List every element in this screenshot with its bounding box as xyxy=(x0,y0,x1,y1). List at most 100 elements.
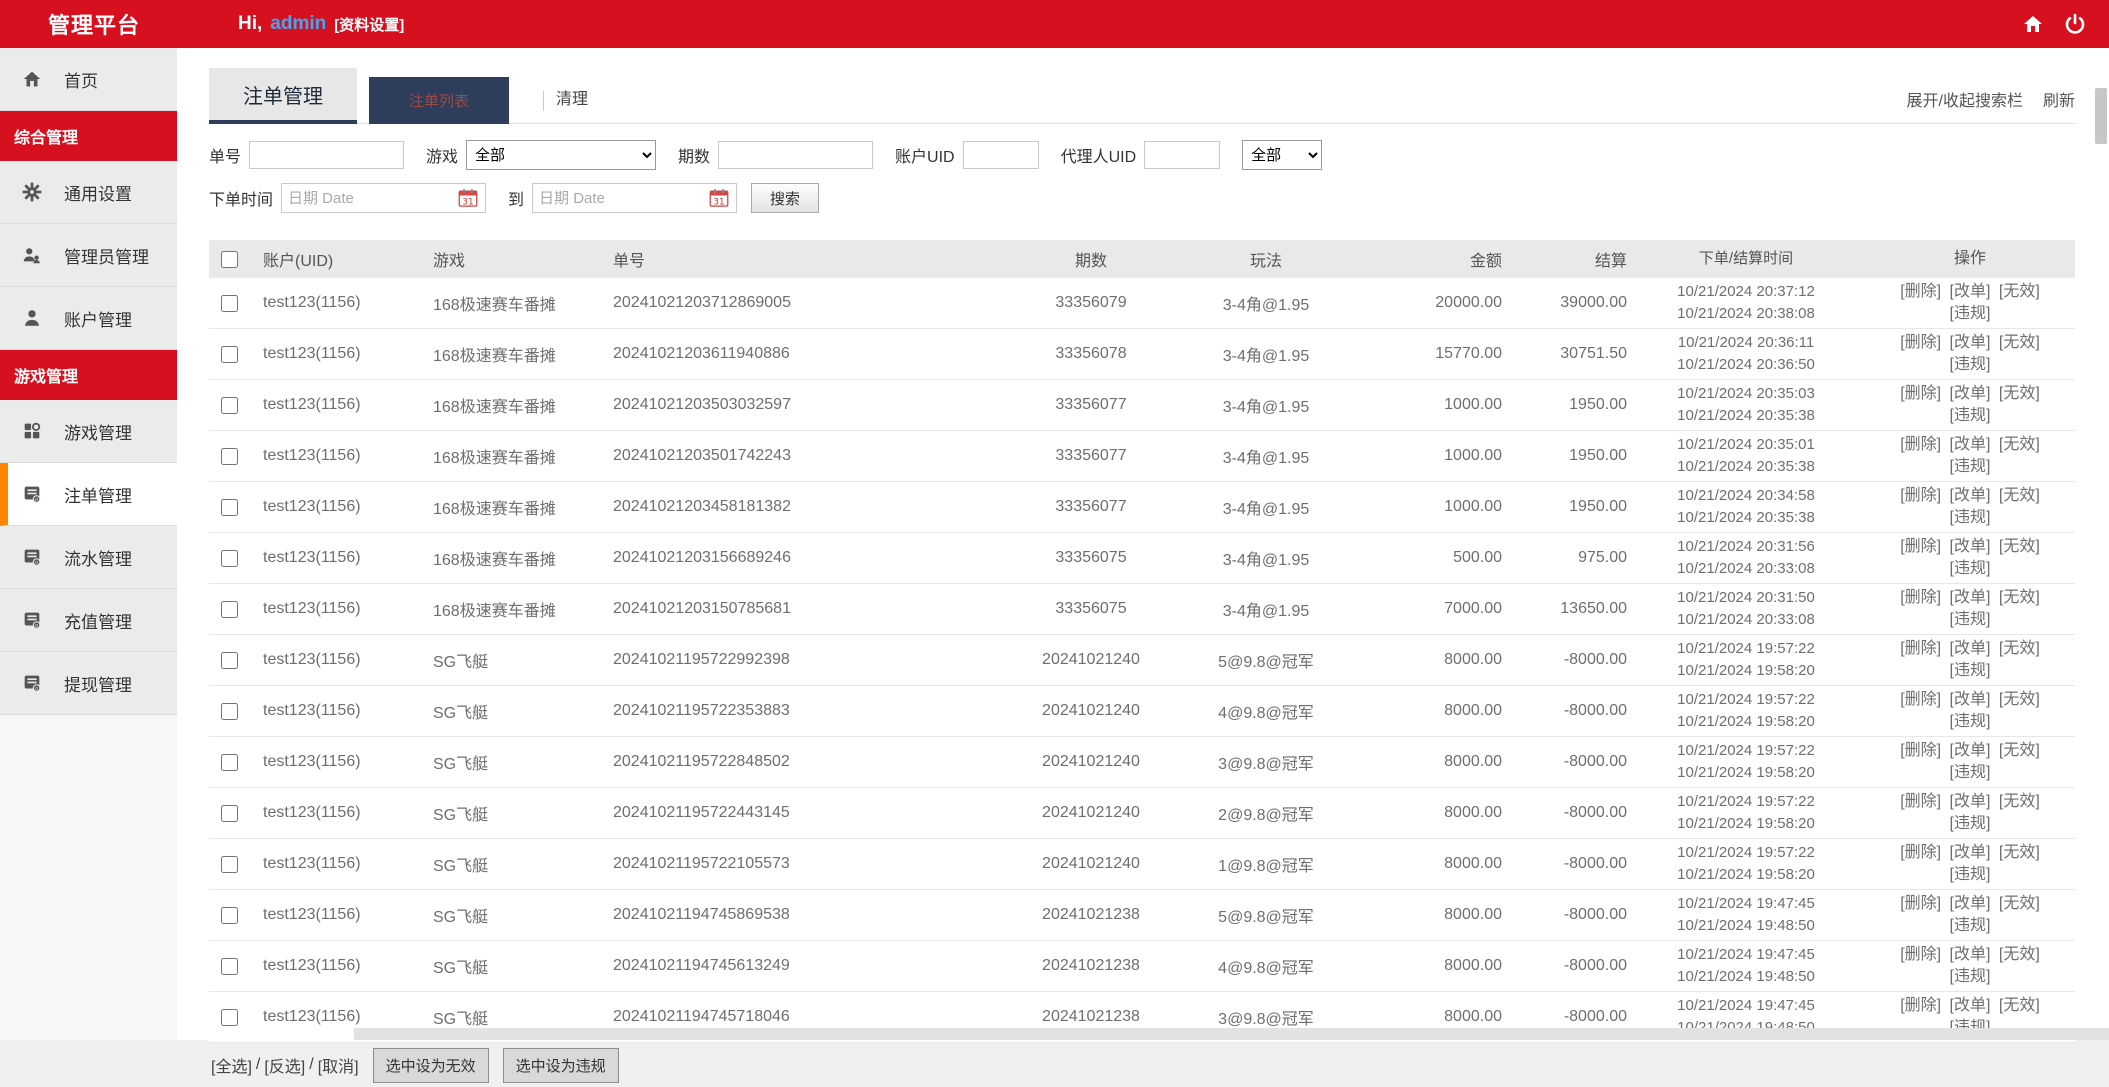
sidebar-item-game-management[interactable]: 游戏管理 xyxy=(0,400,177,463)
action-violation-link[interactable]: [违规] xyxy=(1950,407,1991,424)
action-delete-link[interactable]: [删除] xyxy=(1900,334,1941,351)
date-to-input[interactable] xyxy=(539,190,708,207)
action-delete-link[interactable]: [删除] xyxy=(1900,436,1941,453)
row-checkbox[interactable] xyxy=(221,805,238,822)
row-checkbox[interactable] xyxy=(221,295,238,312)
calendar-icon[interactable]: 31 xyxy=(457,187,479,209)
action-invalid-link[interactable]: [无效] xyxy=(1999,385,2040,402)
action-delete-link[interactable]: [删除] xyxy=(1900,997,1941,1014)
row-checkbox[interactable] xyxy=(221,856,238,873)
row-checkbox[interactable] xyxy=(221,703,238,720)
order-no-input[interactable] xyxy=(249,141,404,169)
action-invalid-link[interactable]: [无效] xyxy=(1999,283,2040,300)
sidebar-item-admin-management[interactable]: 管理员管理 xyxy=(0,224,177,287)
tab-order-management[interactable]: 注单管理 xyxy=(209,68,357,124)
action-modify-link[interactable]: [改单] xyxy=(1950,742,1991,759)
action-modify-link[interactable]: [改单] xyxy=(1950,334,1991,351)
calendar-icon[interactable]: 31 xyxy=(708,187,730,209)
set-invalid-button[interactable]: 选中设为无效 xyxy=(373,1048,489,1083)
sidebar-item-withdraw-management[interactable]: o 提现管理 xyxy=(0,652,177,715)
agent-uid-input[interactable] xyxy=(1144,141,1220,169)
action-modify-link[interactable]: [改单] xyxy=(1950,385,1991,402)
row-checkbox[interactable] xyxy=(221,499,238,516)
action-violation-link[interactable]: [违规] xyxy=(1950,815,1991,832)
action-invalid-link[interactable]: [无效] xyxy=(1999,691,2040,708)
action-delete-link[interactable]: [删除] xyxy=(1900,640,1941,657)
action-modify-link[interactable]: [改单] xyxy=(1950,487,1991,504)
action-delete-link[interactable]: [删除] xyxy=(1900,385,1941,402)
tab-cleanup[interactable]: 清理 xyxy=(544,85,588,123)
game-select[interactable]: 全部 xyxy=(466,140,656,170)
action-modify-link[interactable]: [改单] xyxy=(1950,538,1991,555)
action-modify-link[interactable]: [改单] xyxy=(1950,895,1991,912)
row-checkbox[interactable] xyxy=(221,397,238,414)
action-delete-link[interactable]: [删除] xyxy=(1900,895,1941,912)
action-modify-link[interactable]: [改单] xyxy=(1950,691,1991,708)
row-checkbox[interactable] xyxy=(221,652,238,669)
cancel-selection-link[interactable]: [取消] xyxy=(318,1053,359,1077)
action-delete-link[interactable]: [删除] xyxy=(1900,589,1941,606)
action-violation-link[interactable]: [违规] xyxy=(1950,713,1991,730)
action-delete-link[interactable]: [删除] xyxy=(1900,793,1941,810)
action-violation-link[interactable]: [违规] xyxy=(1950,356,1991,373)
action-invalid-link[interactable]: [无效] xyxy=(1999,997,2040,1014)
sidebar-item-account-management[interactable]: 账户管理 xyxy=(0,287,177,350)
action-modify-link[interactable]: [改单] xyxy=(1950,436,1991,453)
action-modify-link[interactable]: [改单] xyxy=(1950,283,1991,300)
action-delete-link[interactable]: [删除] xyxy=(1900,283,1941,300)
action-modify-link[interactable]: [改单] xyxy=(1950,946,1991,963)
action-invalid-link[interactable]: [无效] xyxy=(1999,436,2040,453)
search-button[interactable]: 搜索 xyxy=(751,183,819,213)
home-icon[interactable] xyxy=(2021,12,2045,36)
set-violation-button[interactable]: 选中设为违规 xyxy=(503,1048,619,1083)
row-checkbox[interactable] xyxy=(221,601,238,618)
sidebar-item-home[interactable]: 首页 xyxy=(0,48,177,111)
action-invalid-link[interactable]: [无效] xyxy=(1999,895,2040,912)
action-delete-link[interactable]: [删除] xyxy=(1900,742,1941,759)
select-all-checkbox[interactable] xyxy=(221,251,238,268)
action-modify-link[interactable]: [改单] xyxy=(1950,589,1991,606)
refresh-link[interactable]: 刷新 xyxy=(2043,87,2075,111)
action-invalid-link[interactable]: [无效] xyxy=(1999,334,2040,351)
tab-order-list[interactable]: 注单列表 xyxy=(369,77,509,124)
scrollbar-thumb[interactable] xyxy=(2095,88,2107,144)
action-delete-link[interactable]: [删除] xyxy=(1900,946,1941,963)
action-invalid-link[interactable]: [无效] xyxy=(1999,589,2040,606)
row-checkbox[interactable] xyxy=(221,1009,238,1026)
action-invalid-link[interactable]: [无效] xyxy=(1999,538,2040,555)
action-delete-link[interactable]: [删除] xyxy=(1900,487,1941,504)
status-select[interactable]: 全部 xyxy=(1242,140,1322,170)
action-invalid-link[interactable]: [无效] xyxy=(1999,640,2040,657)
row-checkbox[interactable] xyxy=(221,448,238,465)
account-uid-input[interactable] xyxy=(963,141,1039,169)
action-violation-link[interactable]: [违规] xyxy=(1950,866,1991,883)
profile-settings-link[interactable]: [资料设置] xyxy=(334,14,404,35)
logout-power-icon[interactable] xyxy=(2063,12,2087,36)
sidebar-item-flow-management[interactable]: o 流水管理 xyxy=(0,526,177,589)
action-modify-link[interactable]: [改单] xyxy=(1950,793,1991,810)
action-modify-link[interactable]: [改单] xyxy=(1950,640,1991,657)
toggle-search-bar-link[interactable]: 展开/收起搜索栏 xyxy=(1907,87,2023,111)
action-violation-link[interactable]: [违规] xyxy=(1950,662,1991,679)
action-violation-link[interactable]: [违规] xyxy=(1950,305,1991,322)
action-violation-link[interactable]: [违规] xyxy=(1950,458,1991,475)
period-input[interactable] xyxy=(718,141,873,169)
action-invalid-link[interactable]: [无效] xyxy=(1999,946,2040,963)
select-all-link[interactable]: [全选] xyxy=(211,1053,252,1077)
action-delete-link[interactable]: [删除] xyxy=(1900,844,1941,861)
row-checkbox[interactable] xyxy=(221,550,238,567)
action-invalid-link[interactable]: [无效] xyxy=(1999,742,2040,759)
action-violation-link[interactable]: [违规] xyxy=(1950,764,1991,781)
sidebar-item-general-settings[interactable]: 通用设置 xyxy=(0,161,177,224)
action-violation-link[interactable]: [违规] xyxy=(1950,560,1991,577)
date-from-input[interactable] xyxy=(288,190,457,207)
row-checkbox[interactable] xyxy=(221,754,238,771)
action-delete-link[interactable]: [删除] xyxy=(1900,691,1941,708)
action-delete-link[interactable]: [删除] xyxy=(1900,538,1941,555)
action-violation-link[interactable]: [违规] xyxy=(1950,917,1991,934)
action-violation-link[interactable]: [违规] xyxy=(1950,509,1991,526)
row-checkbox[interactable] xyxy=(221,907,238,924)
action-modify-link[interactable]: [改单] xyxy=(1950,844,1991,861)
sidebar-item-order-management[interactable]: o 注单管理 xyxy=(0,463,177,526)
action-invalid-link[interactable]: [无效] xyxy=(1999,793,2040,810)
